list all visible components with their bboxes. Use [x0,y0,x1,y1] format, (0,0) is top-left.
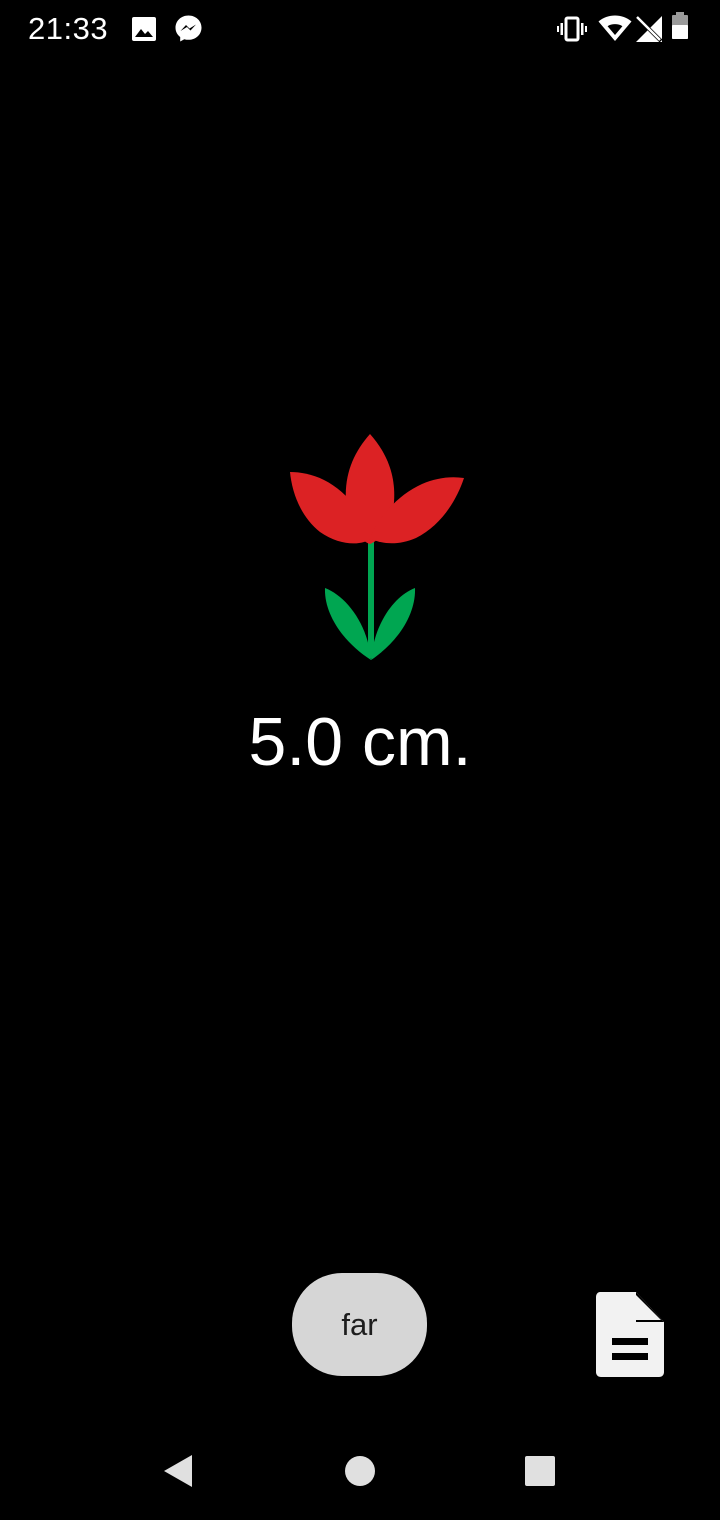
gallery-icon [132,17,156,41]
navigation-bar [0,1424,720,1520]
status-bar: 21:33 [0,0,720,58]
vibrate-icon [557,16,587,42]
messenger-icon [175,15,202,42]
distance-value: 5.0 cm. [248,704,472,780]
no-signal-icon [636,16,663,43]
wifi-icon [598,15,632,41]
home-icon[interactable] [344,1455,376,1487]
back-icon[interactable] [162,1454,194,1488]
battery-icon [672,12,688,39]
status-time: 21:33 [28,11,109,46]
tulip-image [290,434,464,660]
document-icon[interactable] [594,1290,666,1380]
far-button[interactable]: far [292,1273,427,1376]
app-screen: 21:33 5.0 cm. far [0,0,720,1520]
recents-icon[interactable] [525,1456,555,1486]
